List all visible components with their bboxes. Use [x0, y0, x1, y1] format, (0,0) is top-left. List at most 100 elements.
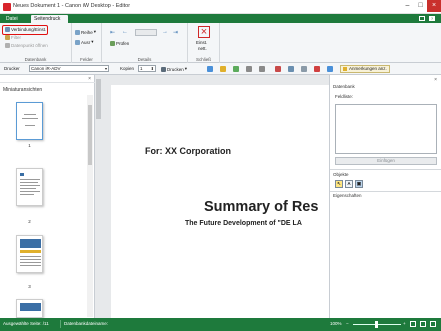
database-filename-status: Datenbankdateiname: [64, 321, 109, 326]
print-button[interactable]: Drucken ▾ [161, 66, 187, 72]
insert-field-icon[interactable] [327, 66, 333, 72]
display-button[interactable]: Ausr ▾ [75, 39, 94, 45]
document-for-line: For: XX Corporation [145, 146, 231, 156]
group-label-datenbank: Datenbank [24, 57, 47, 62]
printer-label: Drucker [4, 66, 20, 71]
open-datapoint-label: Datenpunkt öffnen [11, 43, 48, 48]
objekte-label: Objekte [333, 172, 349, 177]
select-tool-icon[interactable]: ↖ [335, 180, 343, 188]
datenbank-label: Datenbank [333, 84, 355, 89]
cut-icon[interactable] [275, 66, 281, 72]
app-icon [3, 3, 11, 11]
check-icon [110, 41, 115, 46]
thumbnails-pane: × Miniaturansichten 1 2 3 [0, 75, 95, 318]
selected-page-status: Ausgewählte Seite: /11 [3, 321, 49, 326]
printer-select[interactable]: Canon iR-ADV ▾ [29, 65, 109, 72]
ribbon: Verbindung/Einst. Filter Datenpunkt öffn… [0, 23, 441, 63]
field-list[interactable] [335, 104, 437, 154]
tab-file[interactable]: Datei [3, 15, 21, 23]
preview-label: Prüfen [116, 41, 130, 46]
image-tool-icon[interactable]: ▣ [355, 180, 363, 188]
thumbnail-page-4[interactable] [16, 299, 43, 318]
show-annotations-label: Anmerkungen anz. [349, 66, 387, 71]
minimize-icon[interactable]: – [401, 0, 414, 12]
group-label-details: Details [137, 57, 152, 62]
eigenschaften-label: Eigenschaften [333, 193, 362, 198]
title-bar: Neues Dokument 1 - Canon iW Desktop - Ed… [0, 0, 441, 14]
copy-icon[interactable] [288, 66, 294, 72]
thumbnail-page-1[interactable] [16, 102, 43, 140]
thumbnails-scrollbar[interactable] [87, 95, 93, 317]
redo-icon[interactable] [259, 66, 265, 72]
insert-field-button[interactable]: Einfügen [335, 157, 437, 165]
close-icon[interactable]: × [88, 76, 91, 82]
display-label: Ausr [81, 39, 91, 45]
close-print-label-1: Einst. [196, 40, 208, 45]
stepper-icon: ⬍ [150, 66, 154, 71]
copies-value: 1 [140, 66, 143, 71]
canvas-scrollbar[interactable] [96, 79, 101, 119]
ribbon-tab-bar: Datei Seitendruck ? [0, 14, 441, 23]
maximize-icon[interactable]: □ [414, 0, 427, 12]
thumbnail-page-number: 1 [28, 143, 31, 148]
document-canvas[interactable]: For: XX Corporation Summary of Res The F… [95, 75, 329, 318]
thumbnail-page-3[interactable] [16, 235, 43, 273]
insert-row-button[interactable]: Reihe ▾ [75, 29, 96, 35]
printer-value: Canon iR-ADV [31, 66, 61, 71]
properties-pane: × Datenbank Feldliste: Einfügen Objekte … [329, 75, 441, 318]
group-felder: Reihe ▾ Ausr ▾ Felder [72, 23, 102, 63]
thumbnails-title: Miniaturansichten [3, 87, 43, 93]
fullscreen-icon[interactable] [430, 321, 436, 327]
record-number-field[interactable] [135, 29, 157, 36]
filter-button[interactable]: Filter [5, 35, 21, 40]
print-toolbar: Drucker Canon iR-ADV ▾ Kopien 1 ⬍ Drucke… [0, 63, 441, 75]
status-bar: Ausgewählte Seite: /11 Datenbankdateinam… [0, 318, 441, 331]
fit-page-icon[interactable] [410, 321, 416, 327]
show-annotations-button[interactable]: Anmerkungen anz. [340, 65, 390, 73]
ribbon-options-icon[interactable] [419, 16, 425, 21]
close-print-icon[interactable]: × [198, 26, 210, 38]
filter-icon [5, 35, 10, 40]
highlight-frame [2, 25, 48, 35]
copies-label: Kopien [120, 66, 135, 71]
document-page[interactable]: For: XX Corporation Summary of Res The F… [111, 85, 329, 318]
fit-width-icon[interactable] [420, 321, 426, 327]
copies-stepper[interactable]: 1 ⬍ [138, 65, 156, 72]
delete-icon[interactable] [314, 66, 320, 72]
document-summary-heading: Summary of Res [204, 199, 319, 215]
preview-button[interactable]: Prüfen [110, 41, 129, 46]
insert-row-label: Reihe [81, 29, 93, 35]
page-setup-icon[interactable] [207, 66, 213, 72]
zoom-slider[interactable] [353, 321, 401, 328]
close-icon[interactable]: × [427, 0, 441, 12]
print-label: Drucken [167, 66, 184, 72]
group-label-felder: Felder [80, 57, 93, 62]
paste-icon[interactable] [301, 66, 307, 72]
document-subtitle: The Future Development of "DE LA [185, 220, 302, 227]
prev-record-icon[interactable]: ← [122, 29, 128, 35]
first-record-icon[interactable]: ⇤ [110, 29, 115, 36]
next-record-icon[interactable]: → [162, 29, 168, 35]
chevron-down-icon: ▾ [104, 66, 107, 71]
row-icon [75, 29, 80, 35]
refresh-icon[interactable] [233, 66, 239, 72]
help-icon[interactable]: ? [429, 16, 435, 21]
thumbnail-page-2[interactable] [16, 168, 43, 206]
tab-seitendruck[interactable]: Seitendruck [31, 15, 68, 23]
zoom-out-icon[interactable]: − [346, 321, 349, 326]
open-icon [5, 43, 10, 48]
text-tool-icon[interactable]: A [345, 180, 353, 188]
thumbnail-page-number: 2 [28, 219, 31, 224]
printer-icon [161, 66, 166, 72]
annotation-icon [343, 67, 347, 71]
last-record-icon[interactable]: ⇥ [173, 29, 178, 36]
close-icon[interactable]: × [434, 77, 437, 83]
open-datapoint-button[interactable]: Datenpunkt öffnen [5, 43, 48, 48]
display-icon [75, 39, 80, 45]
filter-label: Filter [11, 35, 21, 40]
zoom-level: 100% [330, 321, 342, 326]
zoom-in-icon[interactable]: + [403, 321, 406, 326]
edit-icon[interactable] [220, 66, 226, 72]
window-title: Neues Dokument 1 - Canon iW Desktop - Ed… [13, 3, 131, 9]
undo-icon[interactable] [246, 66, 252, 72]
